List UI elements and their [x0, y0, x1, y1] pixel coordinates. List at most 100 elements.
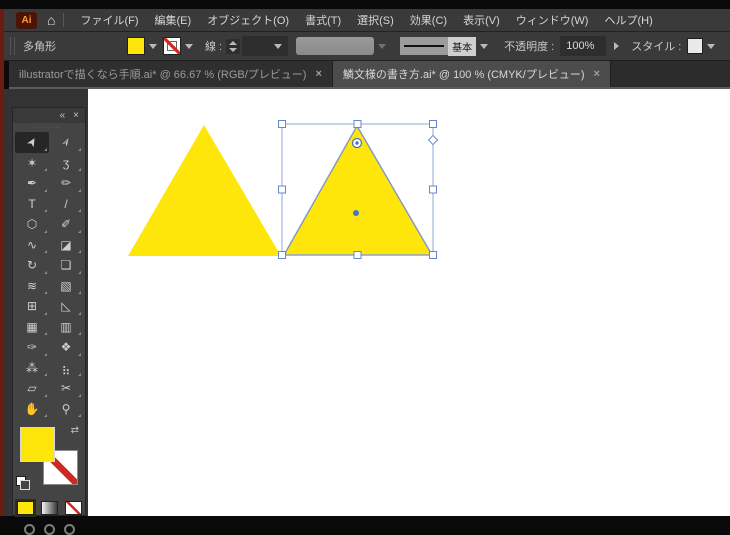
stroke-color-swatch[interactable]: [163, 37, 181, 55]
line-segment-tool-icon: /: [64, 196, 68, 211]
hand-tool[interactable]: ✋: [15, 399, 49, 420]
artboard-canvas[interactable]: [88, 89, 730, 516]
type-tool[interactable]: T: [15, 194, 49, 215]
width-tool[interactable]: ≋: [15, 276, 49, 297]
opacity-input[interactable]: 100%: [560, 36, 607, 56]
document-tab-1[interactable]: illustratorで描くなら手順.ai* @ 66.67 % (RGB/プレ…: [9, 61, 333, 87]
grip-dots-icon: ⋯⋯⋯: [37, 124, 61, 131]
menu-window[interactable]: ウィンドウ(W): [508, 9, 597, 31]
none-mode-button[interactable]: [64, 501, 82, 515]
blend-tool[interactable]: ❖: [49, 337, 83, 358]
selection-handle[interactable]: [429, 185, 437, 194]
draw-inside-mode-button[interactable]: [63, 524, 75, 535]
free-transform-tool[interactable]: ▧: [49, 276, 83, 297]
line-segment-tool[interactable]: /: [49, 194, 83, 215]
tab-close-icon[interactable]: ×: [315, 68, 321, 80]
stepper-down-icon[interactable]: [229, 47, 238, 52]
fill-dropdown-chevron-icon[interactable]: [149, 43, 157, 49]
triangle-unselected[interactable]: [128, 125, 281, 256]
shape-builder-tool[interactable]: ⊞: [15, 296, 49, 317]
polygon-tool[interactable]: ⬡: [15, 214, 49, 235]
menu-type[interactable]: 書式(T): [297, 9, 349, 31]
gradient-mode-button[interactable]: [40, 501, 58, 515]
tab-title: 鱗文様の書き方.ai* @ 100 % (CMYK/プレビュー): [342, 69, 585, 81]
magic-wand-tool-icon: ✶: [26, 155, 38, 170]
toolbar-panel-grip[interactable]: ⋯⋯⋯: [13, 123, 85, 132]
selection-handle[interactable]: [278, 251, 286, 259]
stroke-dropdown-chevron-icon[interactable]: [185, 43, 193, 49]
stroke-style-preview[interactable]: 基本: [400, 36, 477, 56]
mesh-tool[interactable]: ▦: [15, 317, 49, 338]
menu-view[interactable]: 表示(V): [455, 9, 508, 31]
blend-tool-icon: ❖: [60, 340, 72, 355]
curvature-tool[interactable]: ✏: [49, 173, 83, 194]
stroke-weight-stepper[interactable]: [226, 38, 241, 54]
brush-definition-preview[interactable]: [296, 37, 375, 55]
toolbar-panel-header[interactable]: « ×: [13, 108, 85, 123]
style-dropdown-chevron-icon[interactable]: [707, 43, 716, 49]
default-fill-mini: [20, 480, 30, 490]
selection-tool[interactable]: ➤: [15, 132, 49, 153]
menu-effect[interactable]: 効果(C): [402, 9, 455, 31]
options-bar-grip[interactable]: [10, 37, 15, 55]
symbol-sprayer-tool[interactable]: ⁂: [15, 358, 49, 379]
selection-handle[interactable]: [278, 185, 286, 194]
eyedropper-tool[interactable]: ✑: [15, 337, 49, 358]
perspective-grid-tool[interactable]: ◺: [49, 296, 83, 317]
shaper-tool[interactable]: ∿: [15, 235, 49, 256]
fill-indicator-swatch[interactable]: [20, 427, 55, 462]
menu-select[interactable]: 選択(S): [349, 9, 402, 31]
opacity-menu-chevron-icon[interactable]: [614, 42, 620, 50]
scale-tool[interactable]: ❏: [49, 255, 83, 276]
lasso-tool-icon: ʒ: [62, 155, 70, 170]
direct-selection-tool[interactable]: ➢: [49, 132, 83, 153]
selection-handle[interactable]: [278, 120, 286, 128]
stroke-weight-input[interactable]: [242, 36, 289, 56]
direct-selection-tool-icon: ➢: [57, 134, 75, 151]
selection-handle[interactable]: [429, 251, 437, 259]
magic-wand-tool[interactable]: ✶: [15, 153, 49, 174]
shape-center-point[interactable]: [353, 210, 359, 216]
selection-handle[interactable]: [353, 120, 362, 128]
perspective-grid-tool-icon: ◺: [61, 299, 71, 314]
paintbrush-tool[interactable]: ✐: [49, 214, 83, 235]
home-icon[interactable]: ⌂: [47, 13, 55, 27]
menu-file[interactable]: ファイル(F): [72, 9, 146, 31]
fill-color-swatch[interactable]: [127, 37, 145, 55]
eraser-tool[interactable]: ◪: [49, 235, 83, 256]
live-shape-side-widget[interactable]: [427, 134, 439, 146]
menu-edit[interactable]: 編集(E): [147, 9, 200, 31]
brush-dropdown-chevron-icon[interactable]: [378, 43, 387, 49]
gradient-tool[interactable]: ▥: [49, 317, 83, 338]
graphic-style-swatch[interactable]: [687, 38, 704, 54]
slice-tool-icon: ✂: [60, 381, 72, 396]
rotate-tool[interactable]: ↻: [15, 255, 49, 276]
lasso-tool[interactable]: ʒ: [49, 153, 83, 174]
pen-tool[interactable]: ✒: [15, 173, 49, 194]
artboard-tool[interactable]: ▱: [15, 378, 49, 399]
zoom-tool[interactable]: ⚲: [49, 399, 83, 420]
close-panel-icon[interactable]: ×: [73, 110, 79, 121]
selection-handle[interactable]: [429, 120, 437, 128]
illustrator-logo-icon[interactable]: Ai: [16, 11, 37, 29]
stroke-style-dropdown-chevron-icon[interactable]: [480, 43, 489, 49]
menu-object[interactable]: オブジェクト(O): [199, 9, 297, 31]
document-tab-2[interactable]: 鱗文様の書き方.ai* @ 100 % (CMYK/プレビュー) ×: [332, 61, 611, 87]
color-mode-button[interactable]: [14, 499, 36, 517]
tab-close-icon[interactable]: ×: [593, 68, 599, 80]
swap-fill-stroke-icon[interactable]: ⇄: [71, 425, 79, 436]
column-graph-tool[interactable]: ⣦: [49, 358, 83, 379]
options-bar: 多角形 線 : 基本 不透明度 : 100% スタイル :: [4, 31, 730, 61]
menu-help[interactable]: ヘルプ(H): [596, 9, 660, 31]
free-transform-tool-icon: ▧: [60, 278, 72, 293]
draw-behind-mode-button[interactable]: [43, 524, 55, 535]
default-fill-stroke-icon[interactable]: [16, 476, 30, 490]
selection-handle[interactable]: [353, 251, 362, 259]
selection-tool-icon: ➤: [23, 134, 41, 151]
stroke-weight-dropdown-chevron-icon[interactable]: [274, 43, 283, 49]
collapse-panel-icon[interactable]: «: [60, 110, 66, 121]
polygon-tool-icon: ⬡: [26, 217, 38, 232]
slice-tool[interactable]: ✂: [49, 378, 83, 399]
draw-normal-mode-button[interactable]: [23, 524, 35, 535]
stepper-up-icon[interactable]: [229, 40, 238, 45]
